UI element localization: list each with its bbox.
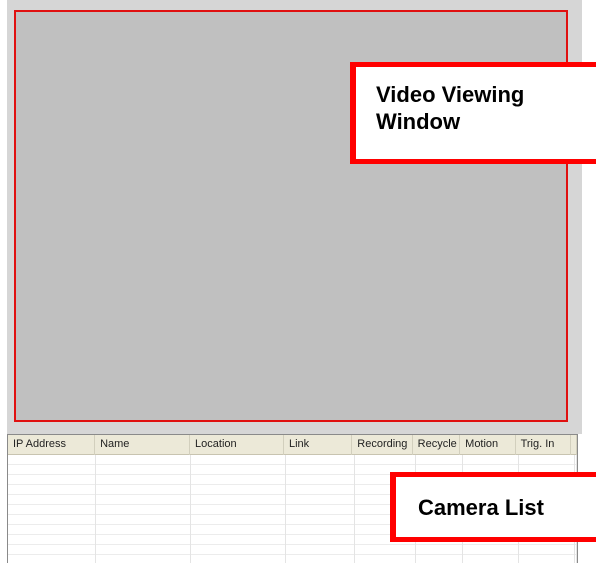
table-row [8, 455, 577, 465]
table-row [8, 555, 577, 563]
table-cell [463, 545, 520, 555]
table-cell [96, 545, 192, 555]
table-cell [519, 545, 575, 555]
screenshot-stage: Video Viewing Window IP Address Name Loc… [0, 0, 596, 563]
table-cell [191, 505, 287, 515]
camera-list-callout: Camera List [390, 472, 596, 542]
table-cell [8, 465, 96, 475]
video-callout-line2: Window [376, 109, 461, 134]
table-cell [286, 555, 355, 563]
column-location[interactable]: Location [190, 435, 284, 455]
table-cell [575, 555, 577, 563]
table-cell [8, 455, 96, 465]
table-cell [463, 555, 520, 563]
table-cell [8, 525, 96, 535]
video-callout-line1: Video Viewing [376, 82, 525, 107]
table-cell [191, 545, 287, 555]
table-cell [463, 455, 520, 465]
column-name[interactable]: Name [95, 435, 191, 455]
table-cell [286, 545, 355, 555]
column-motion[interactable]: Motion [460, 435, 516, 455]
table-cell [355, 455, 416, 465]
table-cell [286, 465, 355, 475]
table-cell [96, 525, 192, 535]
column-recording[interactable]: Recording [352, 435, 413, 455]
table-cell [191, 465, 287, 475]
table-cell [575, 545, 577, 555]
column-filler [571, 435, 577, 455]
table-cell [8, 535, 96, 545]
table-cell [191, 495, 287, 505]
table-cell [96, 465, 192, 475]
table-cell [8, 555, 96, 563]
table-cell [96, 455, 192, 465]
table-cell [8, 485, 96, 495]
column-trig-in[interactable]: Trig. In [516, 435, 571, 455]
table-cell [355, 545, 416, 555]
table-cell [96, 535, 192, 545]
table-cell [191, 525, 287, 535]
column-recycle[interactable]: Recycle [413, 435, 461, 455]
camera-callout-text: Camera List [418, 495, 544, 520]
table-cell [191, 455, 287, 465]
camera-list-header: IP Address Name Location Link Recording … [8, 435, 577, 455]
column-link[interactable]: Link [284, 435, 353, 455]
table-cell [416, 545, 464, 555]
table-cell [286, 515, 355, 525]
table-cell [286, 525, 355, 535]
table-cell [191, 475, 287, 485]
table-cell [519, 455, 575, 465]
table-cell [416, 455, 464, 465]
table-cell [286, 495, 355, 505]
table-cell [575, 455, 577, 465]
video-window-callout: Video Viewing Window [350, 62, 596, 164]
table-cell [96, 515, 192, 525]
table-cell [286, 505, 355, 515]
table-cell [191, 515, 287, 525]
table-cell [286, 485, 355, 495]
table-cell [96, 505, 192, 515]
table-cell [191, 485, 287, 495]
table-cell [8, 495, 96, 505]
table-cell [191, 555, 287, 563]
table-cell [8, 475, 96, 485]
table-cell [96, 555, 192, 563]
table-cell [191, 535, 287, 545]
column-ip-address[interactable]: IP Address [8, 435, 96, 455]
table-cell [8, 505, 96, 515]
table-cell [8, 545, 96, 555]
table-cell [8, 515, 96, 525]
table-cell [286, 455, 355, 465]
table-cell [416, 555, 464, 563]
table-cell [96, 485, 192, 495]
table-cell [286, 475, 355, 485]
table-cell [519, 555, 575, 563]
table-cell [355, 555, 416, 563]
table-row [8, 545, 577, 555]
table-cell [96, 495, 192, 505]
table-cell [96, 475, 192, 485]
table-cell [286, 535, 355, 545]
